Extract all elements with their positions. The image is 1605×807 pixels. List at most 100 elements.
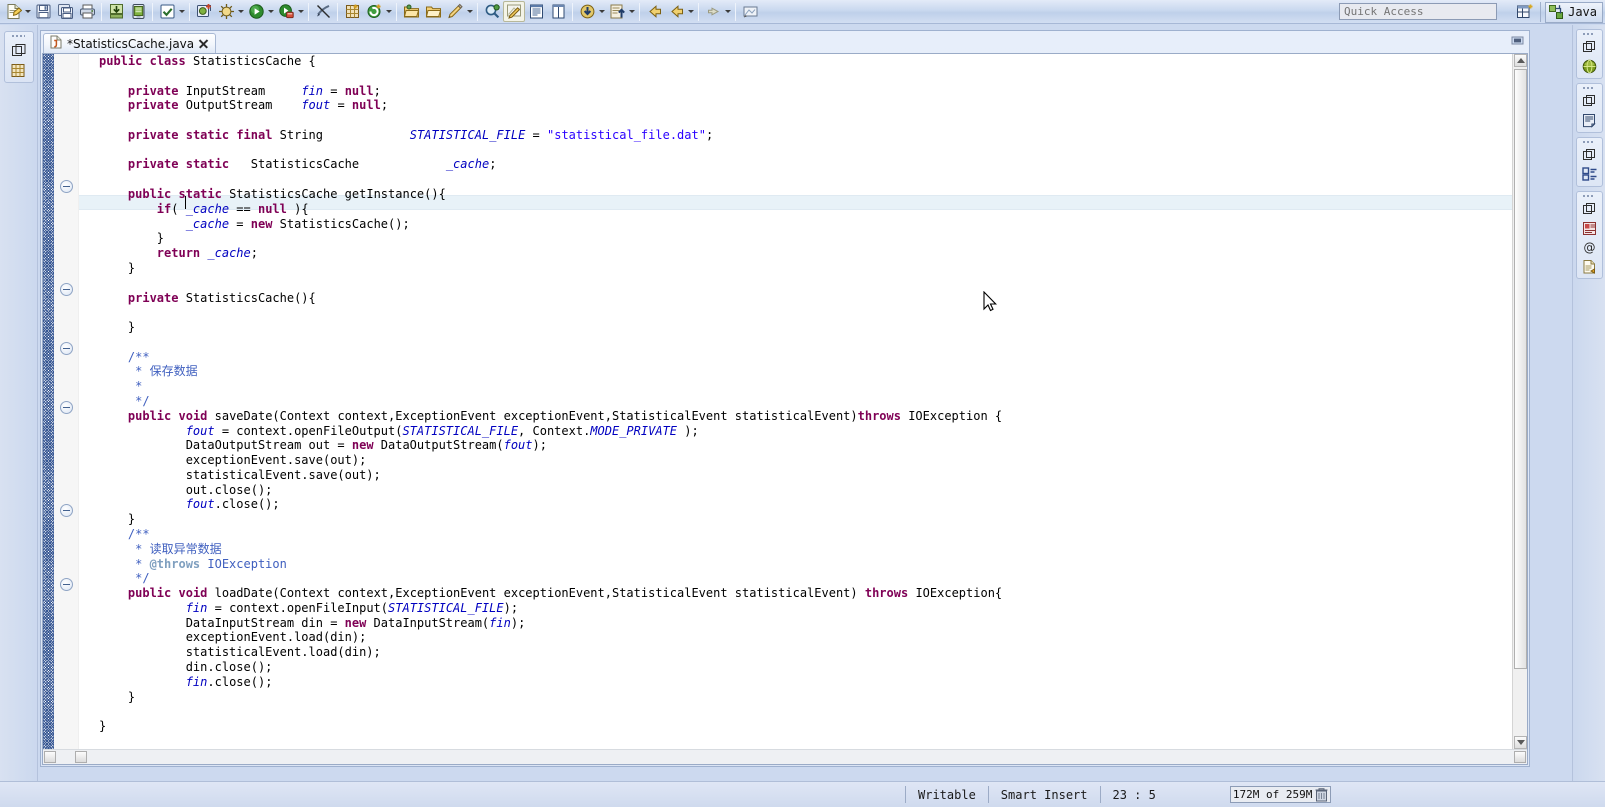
android-project-icon[interactable]	[193, 1, 215, 22]
perspective-java-button[interactable]: Java	[1545, 1, 1603, 23]
at-sign-icon[interactable]: @	[1579, 238, 1599, 256]
heap-status[interactable]: 172M of 259M	[1229, 786, 1332, 803]
new-file-icon[interactable]	[2, 1, 24, 22]
outline-globe-icon[interactable]	[1579, 57, 1599, 75]
quick-access-input[interactable]	[1339, 3, 1497, 20]
code-text-area[interactable]: public class StatisticsCache { private I…	[79, 54, 1527, 749]
open-perspective-button[interactable]	[1514, 2, 1536, 23]
print-icon[interactable]	[76, 1, 98, 22]
column-icon[interactable]	[547, 1, 569, 22]
pencil-dropdown-arrow[interactable]	[466, 1, 474, 22]
restore-icon[interactable]	[9, 41, 29, 59]
package-explorer-icon[interactable]	[9, 61, 29, 79]
fold-marker[interactable]	[60, 283, 73, 296]
new-class-dropdown-arrow[interactable]	[385, 1, 393, 22]
vertical-scroll-thumb[interactable]	[1514, 69, 1527, 669]
right-stack-outline[interactable]	[1575, 29, 1603, 79]
toolbar-pencil[interactable]	[444, 1, 474, 23]
restore-icon[interactable]	[1579, 92, 1599, 110]
horizontal-scrollbar[interactable]	[43, 749, 1527, 764]
prev-annotation-dropdown-arrow[interactable]	[598, 1, 606, 22]
skip-breakpoints-icon[interactable]	[312, 1, 334, 22]
checkbox-icon[interactable]	[156, 1, 178, 22]
open-folder-icon[interactable]	[400, 1, 422, 22]
back-arrow-icon[interactable]	[643, 1, 665, 22]
fold-marker[interactable]	[60, 180, 73, 193]
properties-icon[interactable]	[1579, 165, 1599, 183]
left-stack-package-explorer[interactable]	[3, 31, 34, 83]
right-stack-console[interactable]	[1575, 83, 1603, 133]
run-external-icon[interactable]	[275, 1, 297, 22]
toolbar-new-wizard[interactable]	[2, 1, 32, 23]
toolbar-prev-annotation[interactable]	[576, 1, 606, 23]
forward-history-dropdown-arrow[interactable]	[687, 1, 695, 22]
toolbar-new-class[interactable]	[363, 1, 393, 23]
annotate-icon[interactable]	[503, 1, 525, 22]
javadoc-icon[interactable]	[1579, 257, 1599, 275]
scroll-down-button[interactable]	[1514, 736, 1527, 749]
android-sdk-icon[interactable]	[127, 1, 149, 22]
console-icon[interactable]	[1579, 111, 1599, 129]
code-editor[interactable]: public class StatisticsCache { private I…	[42, 53, 1528, 765]
debug-bug-icon[interactable]	[215, 1, 237, 22]
minimize-icon[interactable]	[1511, 35, 1524, 46]
next-annotation-dropdown-arrow[interactable]	[628, 1, 636, 22]
right-stack-logcat[interactable]: @	[1575, 191, 1603, 279]
fold-marker[interactable]	[60, 504, 73, 517]
open-folder2-icon[interactable]	[422, 1, 444, 22]
vertical-scrollbar[interactable]	[1512, 54, 1527, 749]
up-arrow-icon[interactable]	[606, 1, 628, 22]
toolbar-run[interactable]	[245, 1, 275, 23]
toolbar-separator	[639, 2, 640, 21]
scroll-left-button[interactable]	[44, 751, 56, 763]
horizontal-scroll-thumb[interactable]	[75, 751, 87, 763]
drag-handle-dots[interactable]	[11, 34, 26, 39]
pencil-icon[interactable]	[444, 1, 466, 22]
toolbar-forward-history[interactable]	[665, 1, 695, 23]
toolbar-next-annotation[interactable]	[606, 1, 636, 23]
folding-gutter[interactable]	[54, 54, 79, 749]
down-arrow-icon[interactable]	[576, 1, 598, 22]
fold-marker[interactable]	[60, 401, 73, 414]
scroll-right-button[interactable]	[1514, 751, 1526, 763]
right-stack-properties[interactable]	[1575, 137, 1603, 187]
toolbar-debug[interactable]	[215, 1, 245, 23]
toolbar-run-external[interactable]	[275, 1, 305, 23]
whitespace-icon[interactable]	[525, 1, 547, 22]
drag-handle-dots[interactable]	[1582, 32, 1596, 37]
forward-nav-dropdown-arrow[interactable]	[724, 1, 732, 22]
fold-marker[interactable]	[60, 578, 73, 591]
logcat-icon[interactable]	[1579, 219, 1599, 237]
debug-dropdown-arrow[interactable]	[237, 1, 245, 22]
restore-icon[interactable]	[1579, 146, 1599, 164]
restore-icon[interactable]	[1579, 38, 1599, 56]
build-all-dropdown-arrow[interactable]	[178, 1, 186, 22]
drag-handle-dots[interactable]	[1582, 194, 1596, 199]
toolbar-build-all[interactable]	[156, 1, 186, 23]
new-class-icon[interactable]	[363, 1, 385, 22]
toolbar-forward-nav[interactable]	[702, 1, 732, 23]
restore-icon[interactable]	[1579, 200, 1599, 218]
forward-arrow-icon[interactable]	[665, 1, 687, 22]
trash-icon[interactable]	[1315, 787, 1328, 802]
scroll-up-button[interactable]	[1514, 54, 1527, 67]
pin-icon[interactable]	[739, 1, 761, 22]
drag-handle-dots[interactable]	[1582, 140, 1596, 145]
main-toolbar: Java	[0, 0, 1605, 24]
editor-tab-statisticscache[interactable]: *StatisticsCache.java	[43, 33, 217, 53]
save-icon[interactable]	[32, 1, 54, 22]
run-external-dropdown-arrow[interactable]	[297, 1, 305, 22]
source-code[interactable]: public class StatisticsCache { private I…	[79, 54, 1527, 734]
fold-marker[interactable]	[60, 342, 73, 355]
drag-handle-dots[interactable]	[1582, 86, 1596, 91]
new-wizard-dropdown-arrow[interactable]	[24, 1, 32, 22]
import-icon[interactable]	[105, 1, 127, 22]
save-all-icon[interactable]	[54, 1, 76, 22]
run-dropdown-arrow[interactable]	[267, 1, 275, 22]
close-icon[interactable]	[198, 38, 209, 49]
search-icon[interactable]	[481, 1, 503, 22]
perspective-label: Java	[1568, 5, 1597, 19]
run-green-icon[interactable]	[245, 1, 267, 22]
package-icon[interactable]	[341, 1, 363, 22]
right-arrow-icon[interactable]	[702, 1, 724, 22]
